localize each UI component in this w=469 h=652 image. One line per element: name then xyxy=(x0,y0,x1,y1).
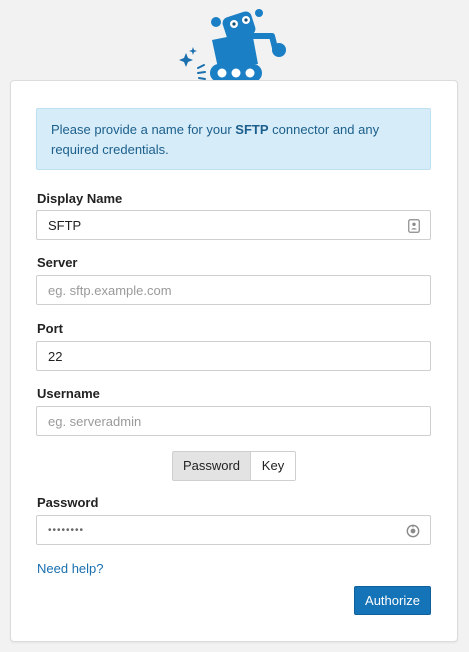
display-name-field-wrapper xyxy=(36,210,431,240)
key-toggle-button[interactable]: Key xyxy=(251,451,296,481)
connector-form-card: Please provide a name for your SFTP conn… xyxy=(10,80,458,642)
connector-name: SFTP xyxy=(235,122,269,137)
password-input[interactable] xyxy=(37,516,430,544)
auth-method-toggle: Password Key xyxy=(172,451,296,481)
server-input[interactable] xyxy=(37,276,430,304)
info-message: Please provide a name for your SFTP conn… xyxy=(36,108,431,170)
username-label: Username xyxy=(37,386,100,401)
robot-mascot-logo xyxy=(179,9,286,82)
password-toggle-button[interactable]: Password xyxy=(172,451,251,481)
need-help-link[interactable]: Need help? xyxy=(37,561,104,576)
info-text-prefix: Please provide a name for your xyxy=(51,122,236,137)
username-input[interactable] xyxy=(37,407,430,435)
authorize-button[interactable]: Authorize xyxy=(354,586,431,615)
display-name-label: Display Name xyxy=(37,191,123,206)
password-label: Password xyxy=(37,495,99,510)
server-label: Server xyxy=(37,255,78,270)
contact-card-icon[interactable] xyxy=(408,219,420,233)
display-name-input[interactable] xyxy=(37,211,430,239)
port-label: Port xyxy=(37,321,63,336)
port-field-wrapper xyxy=(36,341,431,371)
password-reveal-icon[interactable] xyxy=(406,524,420,538)
server-field-wrapper xyxy=(36,275,431,305)
password-field-wrapper xyxy=(36,515,431,545)
username-field-wrapper xyxy=(36,406,431,436)
port-input[interactable] xyxy=(37,342,430,370)
